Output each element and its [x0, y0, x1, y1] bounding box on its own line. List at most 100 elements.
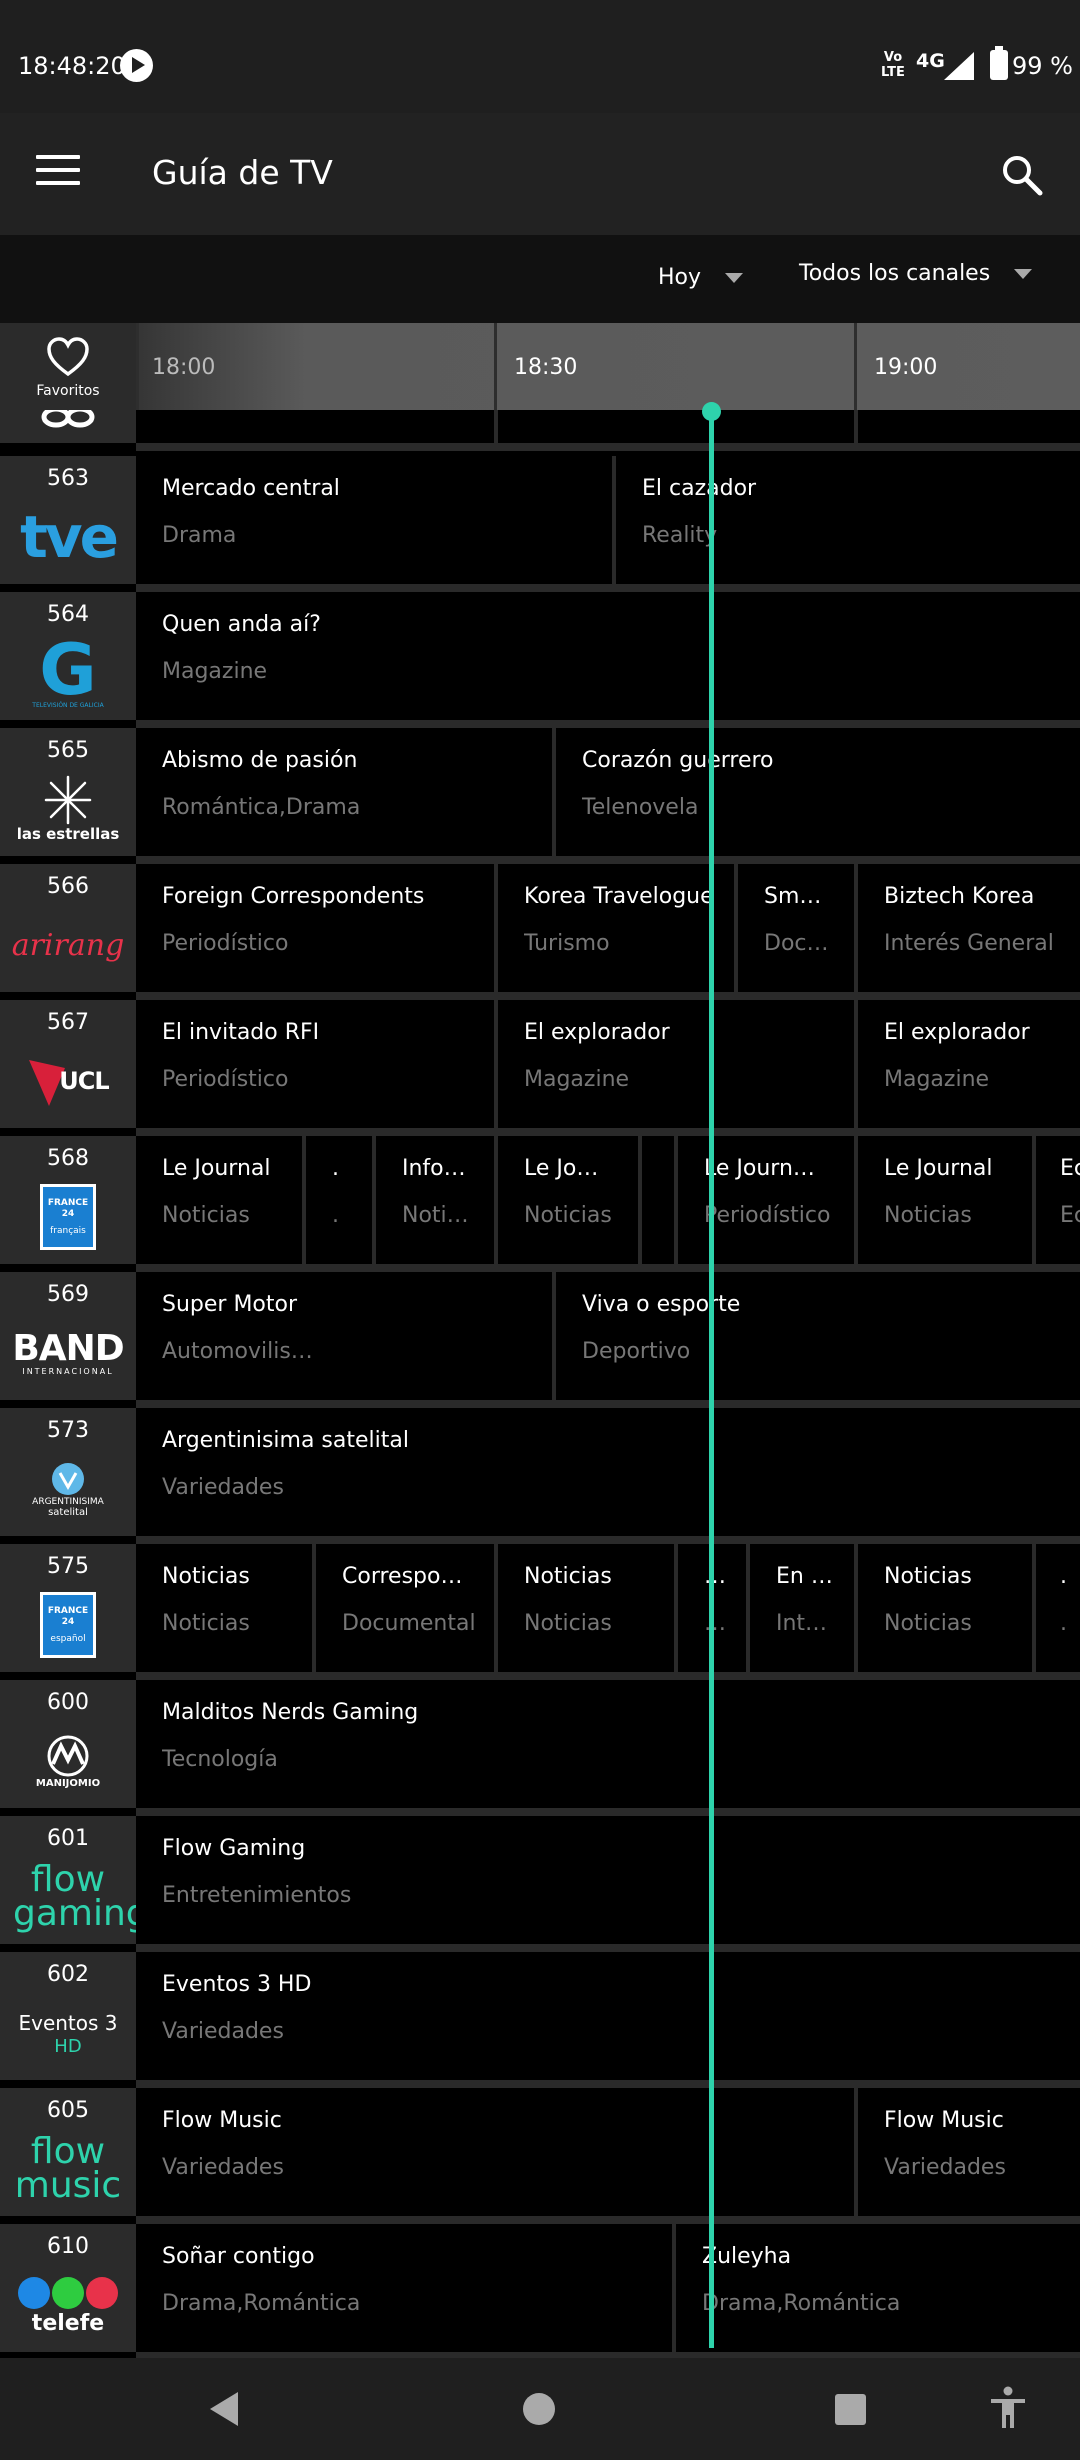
menu-icon[interactable] — [36, 155, 80, 191]
program-cell[interactable]: Malditos Nerds Gaming Tecnología — [136, 1680, 1080, 1808]
program-cell[interactable]: El explorador Magazine — [858, 1000, 1080, 1128]
channel-cell[interactable]: 600 MANIJOMIO — [0, 1680, 136, 1808]
program-cell[interactable]: Eventos 3 HD Variedades — [136, 1952, 1080, 2080]
channel-row: 566 arirang Foreign Correspondents Perio… — [0, 864, 1080, 1000]
program-cell[interactable]: Le Jo… Noticias — [498, 1136, 642, 1264]
program-cell[interactable]: El cazador Reality — [616, 456, 1080, 584]
network-type: 4G — [916, 50, 945, 72]
channel-cell[interactable]: 573 ARGENTINISIMA satelital — [0, 1408, 136, 1536]
channel-number: 573 — [47, 1418, 89, 1443]
program-cell[interactable]: Le Journal Noticias — [858, 1136, 1036, 1264]
channel-cell[interactable]: 565 las estrellas — [0, 728, 136, 856]
channels-dropdown[interactable]: Todos los canales — [799, 261, 1033, 286]
program-cell[interactable]: Argentinisima satelital Variedades — [136, 1408, 1080, 1536]
favorites-button[interactable]: Favoritos — [0, 323, 136, 410]
program-cell[interactable]: Noticias Noticias — [498, 1544, 678, 1672]
program-cell[interactable]: Ec Ec — [1036, 1136, 1080, 1264]
channel-logo: tve — [20, 503, 119, 571]
channel-logo-icon — [41, 410, 95, 428]
program-cell[interactable]: Sm… Doc… — [738, 864, 858, 992]
program-cell[interactable]: Zuleyha Drama,Romántica — [676, 2224, 1080, 2352]
channel-logo: las estrellas — [8, 768, 128, 850]
battery-icon — [990, 46, 1008, 80]
channel-logo: FRANCE 24 español — [8, 1584, 128, 1666]
program-cell[interactable]: Flow Music Variedades — [858, 2088, 1080, 2216]
back-icon[interactable] — [210, 2392, 238, 2426]
manijomio-logo-icon — [47, 1735, 89, 1776]
program-cell[interactable]: Abismo de pasión Romántica,Drama — [136, 728, 556, 856]
program-cell[interactable]: En … Int… — [750, 1544, 858, 1672]
filter-bar: Hoy Todos los canales — [0, 235, 1080, 323]
channel-cell[interactable]: 601 flow gaming — [0, 1816, 149, 1944]
program-cell[interactable]: Super Motor Automovilis… — [136, 1272, 556, 1400]
heart-icon — [47, 337, 89, 377]
program-cell[interactable]: Le Journ… Periodístico — [678, 1136, 858, 1264]
system-nav-bar — [0, 2358, 1080, 2460]
channel-cell[interactable]: 610 telefe — [0, 2224, 136, 2352]
channel-cell[interactable]: 563 tve — [0, 456, 136, 584]
program-cell[interactable]: . . — [306, 1136, 376, 1264]
channel-cell[interactable]: 568 FRANCE 24 français — [0, 1136, 136, 1264]
program-cell[interactable]: Soñar contigo Drama,Romántica — [136, 2224, 676, 2352]
channel-row: 605 flow music Flow Music Variedades Flo… — [0, 2088, 1080, 2224]
channel-number: 575 — [47, 1554, 89, 1579]
channel-number: 563 — [47, 466, 89, 491]
channel-row: 602 Eventos 3 HD Eventos 3 HD Variedades — [0, 1952, 1080, 2088]
program-cell[interactable]: El invitado RFI Periodístico — [136, 1000, 498, 1128]
channel-cell[interactable]: 569 BAND INTERNACIONAL — [0, 1272, 136, 1400]
program-cell[interactable]: Korea Travelogue Turismo — [498, 864, 738, 992]
channel-cell[interactable]: 605 flow music — [0, 2088, 136, 2216]
channel-row: 569 BAND INTERNACIONAL Super Motor Autom… — [0, 1272, 1080, 1408]
channel-logo: G TELEVISIÓN DE GALICIA — [32, 628, 104, 711]
accessibility-icon[interactable] — [988, 2386, 1028, 2430]
home-icon[interactable] — [523, 2393, 555, 2425]
epg-grid[interactable]: 563 tve Mercado central Drama El cazador… — [0, 410, 1080, 2358]
program-cell[interactable]: El explorador Magazine — [498, 1000, 858, 1128]
program-cell[interactable]: … … — [678, 1544, 750, 1672]
program-cell[interactable]: Le Journal Noticias — [136, 1136, 306, 1264]
program-cell[interactable]: Mercado central Drama — [136, 456, 616, 584]
channel-cell[interactable]: 602 Eventos 3 HD — [0, 1952, 136, 2080]
channel-logo: flow music — [14, 2131, 122, 2206]
channel-logo: telefe — [8, 2264, 128, 2346]
dropdown-arrow-icon — [1014, 269, 1033, 279]
program-cell[interactable]: Biztech Korea Interés General — [858, 864, 1080, 992]
battery-level: 99 % — [1012, 52, 1073, 80]
program-cell[interactable]: Correspo… Documental — [316, 1544, 498, 1672]
channel-cell[interactable]: 566 arirang — [0, 864, 136, 992]
channel-row: 563 tve Mercado central Drama El cazador… — [0, 456, 1080, 592]
program-cell[interactable] — [642, 1136, 678, 1264]
channel-row: 575 FRANCE 24 español Noticias Noticias … — [0, 1544, 1080, 1680]
channel-cell[interactable]: 575 FRANCE 24 español — [0, 1544, 136, 1672]
day-dropdown[interactable]: Hoy — [658, 265, 744, 290]
program-cell[interactable]: . . — [1036, 1544, 1080, 1672]
current-time-marker — [702, 402, 721, 421]
program-cell[interactable]: Flow Music Variedades — [136, 2088, 858, 2216]
channel-number: 605 — [47, 2098, 89, 2123]
channel-number: 565 — [47, 738, 89, 763]
channel-logo: MANIJOMIO — [8, 1720, 128, 1802]
channel-row-partial — [0, 410, 1080, 451]
search-icon[interactable] — [1000, 153, 1044, 197]
program-cell[interactable]: Noticias Noticias — [136, 1544, 316, 1672]
channel-cell[interactable] — [0, 410, 136, 443]
program-cell[interactable]: Quen anda aí? Magazine — [136, 592, 1080, 720]
program-cell[interactable]: Info… Noti… — [376, 1136, 498, 1264]
channel-cell[interactable]: 564 G TELEVISIÓN DE GALICIA — [0, 592, 136, 720]
program-cell[interactable]: Corazón guerrero Telenovela — [556, 728, 1080, 856]
channel-row: 573 ARGENTINISIMA satelital Argentinisim… — [0, 1408, 1080, 1544]
app-bar: Guía de TV — [0, 113, 1080, 235]
program-cell[interactable]: Flow Gaming Entretenimientos — [136, 1816, 1080, 1944]
channel-number: 568 — [47, 1146, 89, 1171]
program-cell[interactable]: Noticias Noticias — [858, 1544, 1036, 1672]
star-logo-icon — [44, 775, 92, 825]
channels-dropdown-label: Todos los canales — [799, 261, 991, 286]
program-cell[interactable]: Foreign Correspondents Periodístico — [136, 864, 498, 992]
program-cell[interactable]: Viva o esporte Deportivo — [556, 1272, 1080, 1400]
time-ruler[interactable]: 18:00 18:30 19:00 — [136, 323, 1080, 410]
recent-apps-icon[interactable] — [835, 2394, 866, 2425]
channel-cell[interactable]: 567 UCL — [0, 1000, 136, 1128]
play-icon — [120, 49, 153, 82]
channel-row: 601 flow gaming Flow Gaming Entretenimie… — [0, 1816, 1080, 1952]
channel-row: 600 MANIJOMIO Malditos Nerds Gaming Tecn… — [0, 1680, 1080, 1816]
